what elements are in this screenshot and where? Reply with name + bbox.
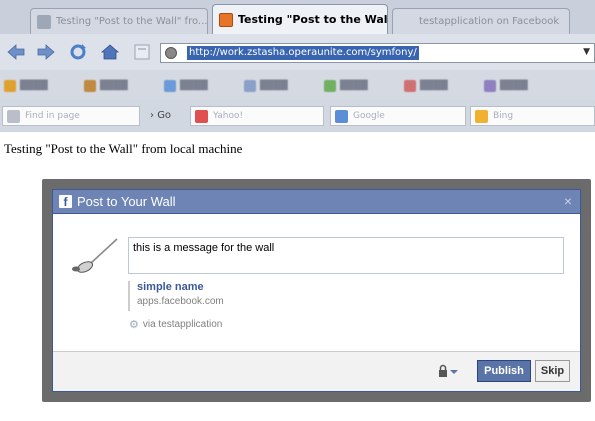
google-search-field[interactable]: Google [330,106,466,126]
address-bar[interactable]: http://work.zstasha.operaunite.com/symfo… [160,43,595,63]
page-heading: Testing "Post to the Wall" from local ma… [4,141,243,156]
bing-search-field[interactable]: Bing [470,106,595,126]
attachment-name[interactable]: simple name [137,281,328,293]
home-icon[interactable] [100,43,120,61]
facebook-logo-icon: f [59,195,72,209]
yahoo-icon [195,109,208,123]
history-dropdown-icon[interactable]: ▼ [583,47,590,57]
close-icon[interactable]: × [564,193,572,209]
bookmark-item[interactable]: ████ [324,79,368,93]
tab-bar: Testing "Post to the Wall" fro... Testin… [0,0,595,34]
publish-button[interactable]: Publish [477,360,531,382]
url-text[interactable]: http://work.zstasha.operaunite.com/symfo… [187,46,419,60]
post-to-wall-dialog: f Post to Your Wall × this is a message … [52,189,581,392]
find-icon [7,109,20,123]
site-identity-icon[interactable] [165,47,177,59]
xampp-icon [219,12,233,27]
tab-label: Testing "Post to the Wall... [238,13,388,26]
back-arrow-icon[interactable] [6,43,26,61]
bookmark-page-icon[interactable] [132,43,152,61]
skip-button[interactable]: Skip [535,360,570,382]
dialog-header: f Post to Your Wall × [53,190,580,214]
bookmark-item[interactable]: ████ [404,79,448,93]
dialog-footer: Publish Skip [53,351,580,391]
reload-icon[interactable] [68,43,88,61]
find-in-page-field[interactable]: Find in page [2,106,140,126]
bookmark-item[interactable]: ████ [4,79,48,93]
go-button[interactable]: › Go [150,110,171,121]
message-text[interactable]: this is a message for the wall [133,242,274,254]
tab-testapplication-facebook[interactable]: testapplication on Facebook [392,8,570,34]
search-toolbar: Find in page Yahoo! Google Bing [0,100,595,132]
attachment-domain: apps.facebook.com [137,296,224,307]
via-text[interactable]: via testapplication [143,319,223,330]
yahoo-search-field[interactable]: Yahoo! [190,106,324,126]
privacy-lock-dropdown[interactable] [437,364,459,378]
favicon-icon [37,14,51,29]
gear-icon: ⚙ [129,319,139,331]
tab-label: Testing "Post to the Wall" fro... [56,16,208,27]
bookmark-item[interactable]: ████ [164,79,208,93]
forward-arrow-icon[interactable] [36,43,56,61]
dialog-title: Post to Your Wall [77,194,176,209]
attachment-preview: simple name apps.facebook.com [128,281,328,311]
bookmark-item[interactable]: ████ [84,79,128,93]
google-icon [335,109,348,123]
tab-label: testapplication on Facebook [419,16,560,27]
browser-chrome: Testing "Post to the Wall" fro... Testin… [0,0,595,132]
via-application: ⚙ via testapplication [129,318,222,331]
bookmark-item[interactable]: ████ [484,79,528,93]
tab-post-to-wall-active[interactable]: Testing "Post to the Wall... × [212,4,388,34]
bookmark-item[interactable]: ████ [244,79,288,93]
tab-post-to-wall-old[interactable]: Testing "Post to the Wall" fro... [30,8,208,34]
message-input[interactable]: this is a message for the wall [128,237,564,274]
bing-icon [475,109,488,123]
bookmarks-toolbar: ████ ████ ████ ████ ████ ████ ████ [0,70,595,100]
spoon-app-icon [72,238,118,273]
